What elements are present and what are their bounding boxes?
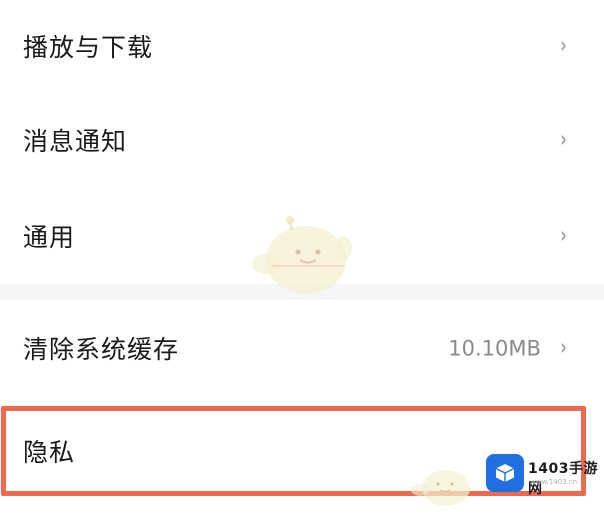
settings-item-label: 消息通知: [23, 127, 128, 156]
mascot-small-watermark-icon: [411, 470, 470, 506]
settings-item-clear-cache[interactable]: 清除系统缓存 10.10MB ›: [0, 300, 604, 396]
settings-item-label: 隐私: [23, 438, 76, 467]
settings-screen: 播放与下载 › 消息通知 › 通用 › 清除系统缓存 10.10MB › 隐私: [0, 0, 604, 513]
chevron-right-icon: ›: [560, 33, 567, 59]
cache-size-value: 10.10MB: [448, 336, 541, 360]
watermark-url-text: www.1403.cn: [530, 478, 578, 486]
site-logo-icon: [486, 454, 524, 492]
settings-item-label: 播放与下载: [23, 33, 154, 62]
settings-item-label: 通用: [23, 223, 76, 252]
chevron-right-icon: ›: [560, 335, 567, 361]
chevron-right-icon: ›: [560, 127, 567, 153]
chevron-right-icon: ›: [560, 223, 567, 249]
mascot-watermark-icon: [252, 216, 352, 294]
settings-item-playback-download[interactable]: 播放与下载 ›: [0, 0, 604, 92]
settings-item-notifications[interactable]: 消息通知 ›: [0, 92, 604, 188]
settings-item-label: 清除系统缓存: [23, 335, 180, 364]
